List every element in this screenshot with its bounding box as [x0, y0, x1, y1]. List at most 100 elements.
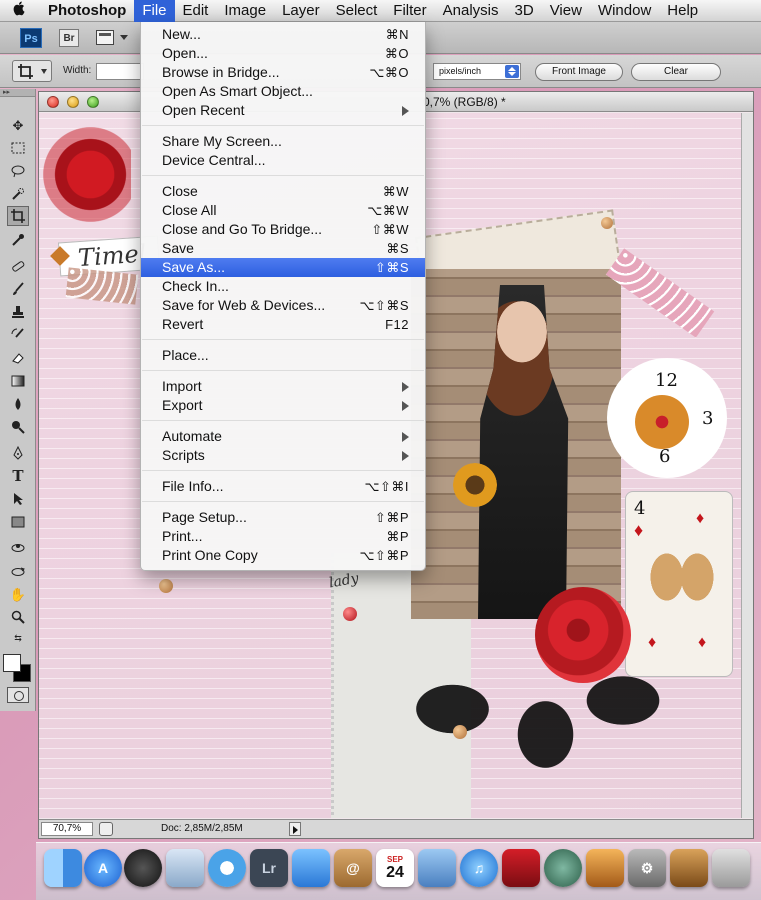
menu-view[interactable]: View [542, 0, 590, 22]
vertical-scrollbar[interactable] [741, 113, 753, 818]
menu-item-close-all[interactable]: Close All ⌥⌘W [141, 201, 425, 220]
shape-tool-icon[interactable] [7, 512, 29, 532]
view-extras-button[interactable] [96, 30, 130, 46]
menu-item-device-central[interactable]: Device Central... [141, 151, 425, 170]
path-selection-tool-icon[interactable] [7, 489, 29, 509]
history-brush-tool-icon[interactable] [7, 325, 29, 345]
type-tool-icon[interactable]: T [7, 466, 29, 486]
foreground-color-swatch[interactable] [3, 654, 21, 672]
panel-grip[interactable]: ▸▸ [0, 89, 35, 97]
quick-selection-tool-icon[interactable] [7, 184, 29, 204]
menu-item-print-one-copy[interactable]: Print One Copy ⌥⇧⌘P [141, 546, 425, 565]
zoom-window-icon[interactable] [87, 96, 99, 108]
menu-item-browse-in-bridge[interactable]: Browse in Bridge... ⌥⌘O [141, 63, 425, 82]
gradient-tool-icon[interactable] [7, 371, 29, 391]
eraser-tool-icon[interactable] [7, 348, 29, 368]
menu-item-new[interactable]: New... ⌘N [141, 25, 425, 44]
iphoto-icon[interactable] [418, 849, 456, 887]
menu-item-file-info[interactable]: File Info... ⌥⇧⌘I [141, 477, 425, 496]
menu-item-revert[interactable]: Revert F12 [141, 315, 425, 334]
document-status-bar: 70,7% Doc: 2,85M/2,85M [39, 819, 753, 838]
screenshot-icon[interactable] [712, 849, 750, 887]
3d-rotate-tool-icon[interactable] [7, 538, 29, 558]
blur-tool-icon[interactable] [7, 394, 29, 414]
lasso-tool-icon[interactable] [7, 161, 29, 181]
menu-item-place[interactable]: Place... [141, 346, 425, 365]
front-image-button[interactable]: Front Image [535, 63, 623, 81]
resolution-units-select[interactable]: pixels/inch [433, 63, 521, 80]
apple-menu-icon[interactable] [0, 0, 40, 21]
menu-item-export[interactable]: Export [141, 396, 425, 415]
dashboard-icon[interactable] [124, 849, 162, 887]
facetime-icon[interactable] [292, 849, 330, 887]
system-preferences-icon[interactable]: ⚙ [628, 849, 666, 887]
tool-preset-picker[interactable] [12, 60, 52, 82]
menu-window[interactable]: Window [590, 0, 659, 22]
itunes-icon[interactable]: ♫ [460, 849, 498, 887]
menu-file[interactable]: File [134, 0, 175, 22]
zoom-tool-icon[interactable] [7, 607, 29, 627]
finder-icon[interactable] [44, 849, 82, 887]
menu-item-print[interactable]: Print... ⌘P [141, 527, 425, 546]
status-info-icon[interactable] [99, 822, 113, 836]
menu-item-save-for-web-devices[interactable]: Save for Web & Devices... ⌥⇧⌘S [141, 296, 425, 315]
menu-item-close-and-go-to-bridge[interactable]: Close and Go To Bridge... ⇧⌘W [141, 220, 425, 239]
app-menu[interactable]: Photoshop [40, 0, 134, 22]
ical-icon[interactable]: SEP 24 [376, 849, 414, 887]
minimize-window-icon[interactable] [67, 96, 79, 108]
lightroom-icon[interactable]: Lr [250, 849, 288, 887]
menu-layer[interactable]: Layer [274, 0, 328, 22]
pen-tool-icon[interactable] [7, 443, 29, 463]
menu-item-scripts[interactable]: Scripts [141, 446, 425, 465]
crop-tool-icon[interactable] [7, 206, 29, 226]
address-book-icon[interactable]: @ [334, 849, 372, 887]
3d-orbit-tool-icon[interactable] [7, 561, 29, 581]
menu-edit[interactable]: Edit [175, 0, 217, 22]
menu-item-shortcut: ⌘S [386, 241, 409, 256]
menu-item-save[interactable]: Save ⌘S [141, 239, 425, 258]
menu-select[interactable]: Select [328, 0, 386, 22]
menu-filter[interactable]: Filter [385, 0, 434, 22]
menu-item-import[interactable]: Import [141, 377, 425, 396]
menu-item-check-in[interactable]: Check In... [141, 277, 425, 296]
iphoto-camera-icon[interactable] [586, 849, 624, 887]
brush-tool-icon[interactable] [7, 279, 29, 299]
healing-brush-tool-icon[interactable] [7, 256, 29, 276]
status-menu-arrow-icon[interactable] [289, 822, 301, 836]
photo-booth-icon[interactable] [502, 849, 540, 887]
dodge-tool-icon[interactable] [7, 417, 29, 437]
menu-item-label: Scripts [162, 447, 205, 463]
marquee-tool-icon[interactable] [7, 138, 29, 158]
time-machine-icon[interactable] [544, 849, 582, 887]
garageband-icon[interactable] [670, 849, 708, 887]
menu-3d[interactable]: 3D [507, 0, 542, 22]
menu-item-open-recent[interactable]: Open Recent [141, 101, 425, 120]
launch-bridge-button[interactable]: Br [59, 29, 79, 47]
swap-colors-icon[interactable]: ⇆ [7, 631, 29, 645]
menu-help[interactable]: Help [659, 0, 706, 22]
menu-image[interactable]: Image [216, 0, 274, 22]
menu-item-page-setup[interactable]: Page Setup... ⇧⌘P [141, 508, 425, 527]
menu-item-share-my-screen[interactable]: Share My Screen... [141, 132, 425, 151]
menu-item-automate[interactable]: Automate [141, 427, 425, 446]
safari-icon[interactable] [208, 849, 246, 887]
width-field[interactable] [96, 63, 144, 80]
file-menu-dropdown: New... ⌘N Open... ⌘O Browse in Bridge... ⌥⌘O O… [140, 22, 426, 571]
eyedropper-tool-icon[interactable] [7, 230, 29, 250]
preview-icon[interactable] [166, 849, 204, 887]
move-tool-icon[interactable]: ✥ [7, 115, 29, 135]
menu-item-save-as[interactable]: Save As... ⇧⌘S [141, 258, 425, 277]
menu-item-label: Close [162, 183, 198, 199]
quick-mask-icon[interactable] [7, 687, 29, 703]
app-store-icon[interactable]: A [84, 849, 122, 887]
menu-item-shortcut: ⌥⇧⌘I [364, 479, 409, 494]
menu-analysis[interactable]: Analysis [435, 0, 507, 22]
menu-item-close[interactable]: Close ⌘W [141, 182, 425, 201]
menu-item-open[interactable]: Open... ⌘O [141, 44, 425, 63]
close-window-icon[interactable] [47, 96, 59, 108]
zoom-level-field[interactable]: 70,7% [41, 822, 93, 836]
clear-button[interactable]: Clear [631, 63, 721, 81]
menu-item-open-as-smart-object[interactable]: Open As Smart Object... [141, 82, 425, 101]
clone-stamp-tool-icon[interactable] [7, 302, 29, 322]
hand-tool-icon[interactable]: ✋ [7, 584, 29, 604]
